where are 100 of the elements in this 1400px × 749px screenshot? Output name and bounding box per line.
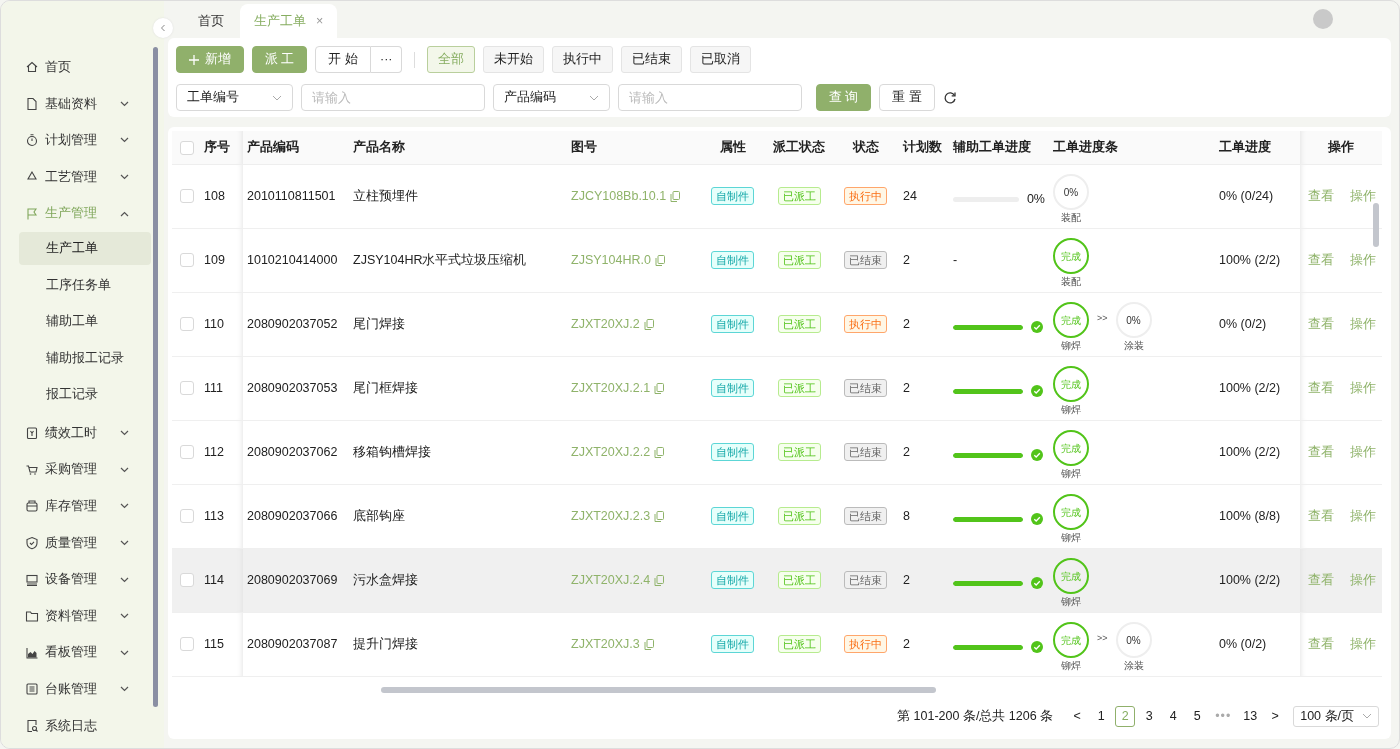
- stopwatch-icon: [25, 133, 39, 148]
- table-cell: ZJSY104HR水平式垃圾压缩机: [353, 252, 527, 267]
- scrollbar-thumb[interactable]: [153, 47, 158, 707]
- filter-button[interactable]: 执行中: [552, 46, 614, 73]
- step-label: 铆焊: [1061, 596, 1081, 608]
- document-icon: [25, 96, 39, 111]
- sidebar-subitem[interactable]: 报工记录: [19, 378, 151, 412]
- filter-button[interactable]: 已取消: [690, 46, 752, 73]
- step-label: 铆焊: [1061, 340, 1081, 352]
- chevron-down-icon: [120, 503, 129, 510]
- copy-icon[interactable]: [654, 382, 665, 394]
- row-checkbox[interactable]: [180, 381, 194, 396]
- sidebar-item[interactable]: 看板管理: [1, 634, 151, 672]
- page-tab[interactable]: 首页: [184, 4, 238, 38]
- row-checkbox[interactable]: [180, 317, 194, 332]
- row-checkbox[interactable]: [180, 573, 194, 588]
- page-button[interactable]: 13: [1239, 705, 1262, 727]
- reset-button[interactable]: 重 置: [879, 84, 935, 111]
- page-button[interactable]: 4: [1163, 705, 1184, 727]
- table-cell: 109: [200, 228, 243, 292]
- sidebar-item[interactable]: 计划管理: [1, 122, 151, 159]
- dispatch-tag: 已派工: [777, 570, 821, 589]
- table-cell: 提升门焊接: [353, 636, 418, 651]
- table-cell: 100% (2/2): [1219, 252, 1281, 267]
- column-header: 工单进度条: [1053, 139, 1118, 154]
- row-checkbox[interactable]: [180, 509, 194, 524]
- step-arrow: >>: [1097, 312, 1108, 325]
- scrollbar-thumb[interactable]: [381, 687, 936, 693]
- copy-icon[interactable]: [654, 254, 665, 266]
- sidebar-item[interactable]: 设备管理: [1, 561, 151, 598]
- search-field[interactable]: 请输入: [301, 84, 485, 111]
- table-cell: 2: [903, 636, 910, 651]
- table-cell: 尾门框焊接: [353, 380, 418, 395]
- copy-icon[interactable]: [670, 190, 681, 202]
- sidebar-item[interactable]: 资料管理: [1, 597, 151, 635]
- step-label: 铆焊: [1061, 532, 1081, 544]
- chevron-up-icon: [120, 210, 129, 217]
- row-checkbox[interactable]: [180, 253, 194, 268]
- table-cell: 111: [200, 356, 243, 420]
- sidebar-item[interactable]: 绩效工时: [1, 414, 151, 452]
- select-field[interactable]: 产品编码: [493, 84, 610, 111]
- sidebar-item[interactable]: 质量管理: [1, 524, 151, 562]
- scrollbar-thumb[interactable]: [1373, 203, 1379, 247]
- table-cell: 0% (0/2): [1219, 636, 1267, 651]
- step-ring: 0%: [1053, 174, 1089, 210]
- table-cell: 2080902037087: [247, 636, 338, 651]
- table-cell: 2080902037069: [247, 572, 338, 587]
- sidebar-subitem[interactable]: 辅助工单: [19, 305, 151, 339]
- copy-icon[interactable]: [643, 638, 654, 650]
- sidebar-item[interactable]: 台账管理: [1, 671, 151, 708]
- table-cell: 立柱预埋件: [353, 188, 418, 203]
- shield-icon: [25, 536, 39, 550]
- row-checkbox[interactable]: [180, 189, 194, 204]
- sidebar-item[interactable]: 库存管理: [1, 488, 151, 525]
- step-ring: 完成: [1053, 430, 1089, 466]
- prev-page-button[interactable]: <: [1067, 705, 1088, 727]
- dispatch-tag: 已派工: [777, 506, 821, 525]
- table-cell: 2080902037062: [247, 444, 338, 459]
- copy-icon[interactable]: [643, 318, 654, 330]
- page-size-select[interactable]: 100 条/页: [1293, 705, 1379, 727]
- collapse-button[interactable]: [153, 18, 173, 38]
- page-button[interactable]: 5: [1187, 705, 1208, 727]
- row-checkbox[interactable]: [180, 445, 194, 460]
- sidebar-item[interactable]: 系统日志: [1, 707, 151, 745]
- sidebar-item[interactable]: 基础资料: [1, 85, 151, 123]
- table-cell: 100% (8/8): [1219, 508, 1281, 523]
- list-icon: [25, 682, 39, 697]
- sidebar-item[interactable]: 工艺管理: [1, 158, 151, 196]
- sidebar-item[interactable]: 采购管理: [1, 451, 151, 489]
- avatar-icon[interactable]: [1313, 9, 1333, 29]
- table-cell: 1010210414000: [247, 252, 338, 267]
- attribute-tag: 自制件: [711, 506, 754, 525]
- table-cell: 2080902037052: [247, 316, 338, 331]
- page-button[interactable]: 3: [1139, 705, 1160, 727]
- copy-icon[interactable]: [654, 510, 665, 522]
- table-cell: 移箱钩槽焊接: [353, 444, 431, 459]
- next-page-button[interactable]: >: [1265, 705, 1286, 727]
- select-all-checkbox[interactable]: [180, 140, 194, 155]
- step-arrow: >>: [1097, 632, 1108, 645]
- filter-button[interactable]: 未开始: [483, 46, 545, 73]
- sidebar-subitem[interactable]: 生产工单: [19, 231, 151, 265]
- chevron-left-icon[interactable]: [159, 24, 167, 32]
- sidebar-subitem[interactable]: 工序任务单: [19, 268, 151, 302]
- sidebar-subitem[interactable]: 辅助报工记录: [19, 341, 151, 375]
- start-button[interactable]: 开 始: [315, 46, 371, 73]
- page-button[interactable]: 1: [1091, 705, 1112, 727]
- copy-icon[interactable]: [654, 446, 665, 458]
- sidebar-item[interactable]: 首页: [1, 49, 151, 86]
- search-field[interactable]: 请输入: [618, 84, 802, 111]
- column-header: 状态: [852, 139, 879, 154]
- dispatch-tag: 已派工: [777, 314, 821, 333]
- more-button[interactable]: ···: [370, 46, 403, 73]
- filter-button[interactable]: 已结束: [621, 46, 683, 73]
- select-field[interactable]: 工单编号: [176, 84, 293, 111]
- refresh-icon[interactable]: [942, 90, 957, 105]
- status-tag: 已结束: [844, 442, 887, 461]
- copy-icon[interactable]: [654, 574, 665, 586]
- column-header: 序号: [204, 139, 230, 154]
- column-header: 产品编码: [247, 139, 299, 154]
- row-checkbox[interactable]: [180, 637, 194, 652]
